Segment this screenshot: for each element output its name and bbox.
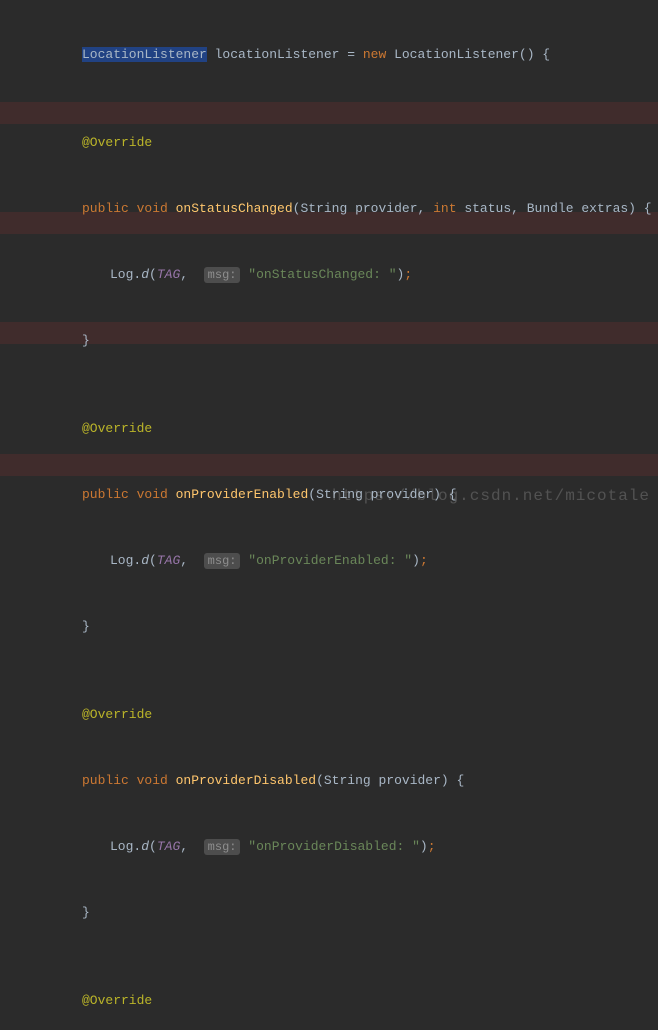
method-name: onProviderEnabled	[176, 487, 309, 502]
code-line[interactable]: }	[20, 616, 658, 638]
annotation: @Override	[82, 135, 152, 150]
code-line[interactable]: @Override	[20, 990, 658, 1012]
method-name: onProviderDisabled	[176, 773, 316, 788]
param-hint: msg:	[204, 553, 241, 569]
annotation: @Override	[82, 993, 152, 1008]
method-name: onStatusChanged	[176, 201, 293, 216]
code-line[interactable]: LocationListener locationListener = new …	[20, 44, 658, 66]
code-line[interactable]: @Override	[20, 418, 658, 440]
code-line[interactable]: }	[20, 902, 658, 924]
annotation: @Override	[82, 421, 152, 436]
code-line[interactable]: public void onStatusChanged(String provi…	[20, 198, 658, 220]
code-line[interactable]: Log.d(TAG, msg: "onStatusChanged: ");	[20, 264, 658, 286]
code-line[interactable]: public void onProviderDisabled(String pr…	[20, 770, 658, 792]
param-hint: msg:	[204, 839, 241, 855]
watermark-text: https://blog.csdn.net/micotale	[332, 485, 650, 507]
code-line[interactable]: @Override	[20, 704, 658, 726]
code-line[interactable]: Log.d(TAG, msg: "onProviderEnabled: ");	[20, 550, 658, 572]
code-line[interactable]: }	[20, 330, 658, 352]
code-line[interactable]: @Override	[20, 132, 658, 154]
annotation: @Override	[82, 707, 152, 722]
code-line[interactable]: Log.d(TAG, msg: "onProviderDisabled: ");	[20, 836, 658, 858]
selection: LocationListener	[82, 47, 207, 62]
code-editor[interactable]: LocationListener locationListener = new …	[0, 0, 658, 1030]
param-hint: msg:	[204, 267, 241, 283]
